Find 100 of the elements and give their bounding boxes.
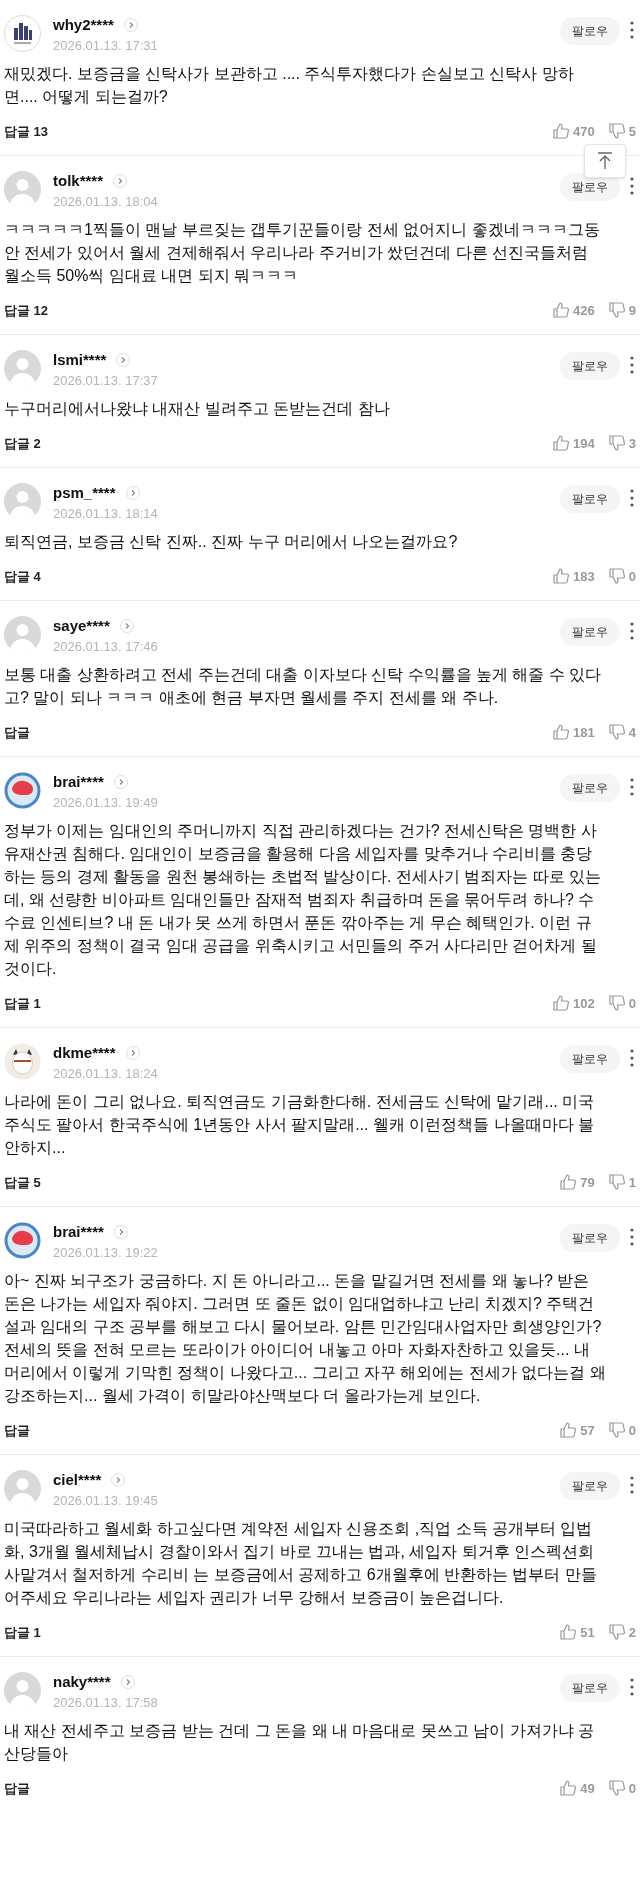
comment-text: 미국따라하고 월세화 하고싶다면 계약전 세입자 신용조회 ,직업 소득 공개부터 입법화, 3개월 월세체납시 경찰이와서 집기 바로 끄내는 법과, 세입자 퇴거후 인스펙션회사맡겨서 철저하게 수리비 는 보증금에서 공제하고 6개월후에 반환하는 법부터 만들어주세요 우리나라는 세입자 권리가 너무 강해서 보증금이 높은겁니다. — [4, 1518, 598, 1608]
follow-button[interactable]: 팔로우 — [560, 1045, 620, 1073]
thumbs-down-icon[interactable] — [608, 302, 625, 319]
avatar-icon — [4, 616, 41, 653]
comment-date: 2026.01.13. 18:04 — [53, 193, 159, 211]
dislike-count: 0 — [628, 567, 636, 586]
scroll-to-top-button[interactable] — [584, 144, 626, 178]
thumbs-up-icon[interactable] — [560, 1780, 577, 1797]
thumbs-up-icon[interactable] — [560, 1422, 577, 1439]
more-options-icon[interactable] — [630, 1476, 634, 1494]
dislike-count: 3 — [628, 434, 636, 453]
username[interactable]: brai**** — [53, 1220, 104, 1244]
more-options-icon[interactable] — [630, 1049, 634, 1067]
chevron-right-icon[interactable] — [113, 775, 128, 789]
chevron-right-icon[interactable] — [125, 1046, 140, 1060]
reply-link[interactable]: 답글 13 — [4, 121, 49, 141]
chevron-right-icon[interactable] — [113, 174, 128, 188]
reply-link[interactable]: 답글 5 — [4, 1172, 41, 1192]
more-options-icon[interactable] — [630, 21, 634, 39]
thumbs-up-icon[interactable] — [553, 435, 570, 452]
comment-date: 2026.01.13. 19:22 — [53, 1244, 159, 1262]
reply-link[interactable]: 답글 — [4, 1778, 30, 1798]
comment-date: 2026.01.13. 18:14 — [53, 505, 159, 523]
like-count: 194 — [573, 434, 595, 453]
dislike-count: 2 — [628, 1623, 636, 1642]
comment-date: 2026.01.13. 17:58 — [53, 1694, 159, 1712]
more-options-icon[interactable] — [630, 177, 634, 195]
chevron-right-icon[interactable] — [120, 1675, 135, 1689]
username[interactable]: saye**** — [53, 614, 110, 638]
like-count: 426 — [573, 301, 595, 320]
comment-text: 재밌겠다. 보증금을 신탁사가 보관하고 .... 주식투자했다가 손실보고 신탁사 망하면.... 어떻게 되는걸까? — [4, 63, 575, 107]
like-count: 51 — [580, 1623, 595, 1642]
username[interactable]: why2**** — [53, 13, 114, 37]
thumbs-down-icon[interactable] — [608, 724, 625, 741]
like-count: 57 — [580, 1421, 595, 1440]
reply-link[interactable]: 답글 1 — [4, 993, 41, 1013]
reply-link[interactable]: 답글 4 — [4, 566, 41, 586]
comment-text: 보통 대출 상환하려고 전세 주는건데 대출 이자보다 신탁 수익률을 높게 해줄 수 있다고? 말이 되나 ㅋㅋㅋ 애초에 현금 부자면 월세를 주지 전세를 왜 주나. — [4, 664, 603, 708]
thumbs-down-icon[interactable] — [608, 568, 625, 585]
thumbs-up-icon[interactable] — [560, 1174, 577, 1191]
thumbs-up-icon[interactable] — [560, 1624, 577, 1641]
username[interactable]: psm_**** — [53, 481, 116, 505]
follow-button[interactable]: 팔로우 — [560, 618, 620, 646]
follow-button[interactable]: 팔로우 — [560, 1224, 620, 1252]
like-count: 470 — [573, 122, 595, 141]
chevron-right-icon[interactable] — [116, 353, 131, 367]
more-options-icon[interactable] — [630, 622, 634, 640]
avatar-icon — [4, 15, 41, 52]
arrow-up-icon — [597, 152, 613, 170]
thumbs-up-icon[interactable] — [553, 724, 570, 741]
avatar-icon — [4, 772, 41, 809]
thumbs-up-icon[interactable] — [553, 123, 570, 140]
username[interactable]: lsmi**** — [53, 348, 107, 372]
dislike-count: 9 — [628, 301, 636, 320]
more-options-icon[interactable] — [630, 1678, 634, 1696]
thumbs-down-icon[interactable] — [608, 1422, 625, 1439]
avatar-icon — [4, 483, 41, 520]
thumbs-down-icon[interactable] — [608, 1780, 625, 1797]
avatar-icon — [4, 350, 41, 387]
thumbs-up-icon[interactable] — [553, 568, 570, 585]
comment-text: 나라에 돈이 그리 없나요. 퇴직연금도 기금화한다해. 전세금도 신탁에 맡기래... 미국주식도 팔아서 한국주식에 1년동안 사서 팔지말래... 웰캐 이런정책들 나올때마다 불안하지... — [4, 1091, 596, 1158]
thumbs-down-icon[interactable] — [608, 1174, 625, 1191]
chevron-right-icon[interactable] — [113, 1225, 128, 1239]
more-options-icon[interactable] — [630, 356, 634, 374]
comment-date: 2026.01.13. 17:37 — [53, 372, 159, 390]
username[interactable]: dkme**** — [53, 1041, 116, 1065]
comment-text: 퇴직연금, 보증금 신탁 진짜.. 진짜 누구 머리에서 나오는걸까요? — [4, 531, 459, 552]
avatar-icon — [4, 1222, 41, 1259]
reply-link[interactable]: 답글 2 — [4, 433, 41, 453]
thumbs-down-icon[interactable] — [608, 1624, 625, 1641]
follow-button[interactable]: 팔로우 — [560, 1674, 620, 1702]
thumbs-down-icon[interactable] — [608, 435, 625, 452]
follow-button[interactable]: 팔로우 — [560, 485, 620, 513]
thumbs-up-icon[interactable] — [553, 302, 570, 319]
reply-link[interactable]: 답글 12 — [4, 300, 49, 320]
follow-button[interactable]: 팔로우 — [560, 1472, 620, 1500]
thumbs-down-icon[interactable] — [608, 995, 625, 1012]
more-options-icon[interactable] — [630, 489, 634, 507]
username[interactable]: ciel**** — [53, 1468, 102, 1492]
username[interactable]: naky**** — [53, 1670, 111, 1694]
username[interactable]: tolk**** — [53, 169, 104, 193]
follow-button[interactable]: 팔로우 — [560, 17, 620, 45]
follow-button[interactable]: 팔로우 — [560, 774, 620, 802]
dislike-count: 4 — [628, 723, 636, 742]
comment-date: 2026.01.13. 18:24 — [53, 1065, 159, 1083]
chevron-right-icon[interactable] — [111, 1473, 126, 1487]
chevron-right-icon[interactable] — [123, 18, 138, 32]
reply-link[interactable]: 답글 — [4, 1420, 30, 1440]
more-options-icon[interactable] — [630, 1228, 634, 1246]
follow-button[interactable]: 팔로우 — [560, 352, 620, 380]
chevron-right-icon[interactable] — [125, 486, 140, 500]
chevron-right-icon[interactable] — [119, 619, 134, 633]
reply-link[interactable]: 답글 — [4, 722, 30, 742]
dislike-count: 0 — [628, 1779, 636, 1798]
comment-date: 2026.01.13. 17:31 — [53, 37, 159, 55]
reply-link[interactable]: 답글 1 — [4, 1622, 41, 1642]
username[interactable]: brai**** — [53, 770, 104, 794]
thumbs-up-icon[interactable] — [553, 995, 570, 1012]
more-options-icon[interactable] — [630, 778, 634, 796]
thumbs-down-icon[interactable] — [608, 123, 625, 140]
